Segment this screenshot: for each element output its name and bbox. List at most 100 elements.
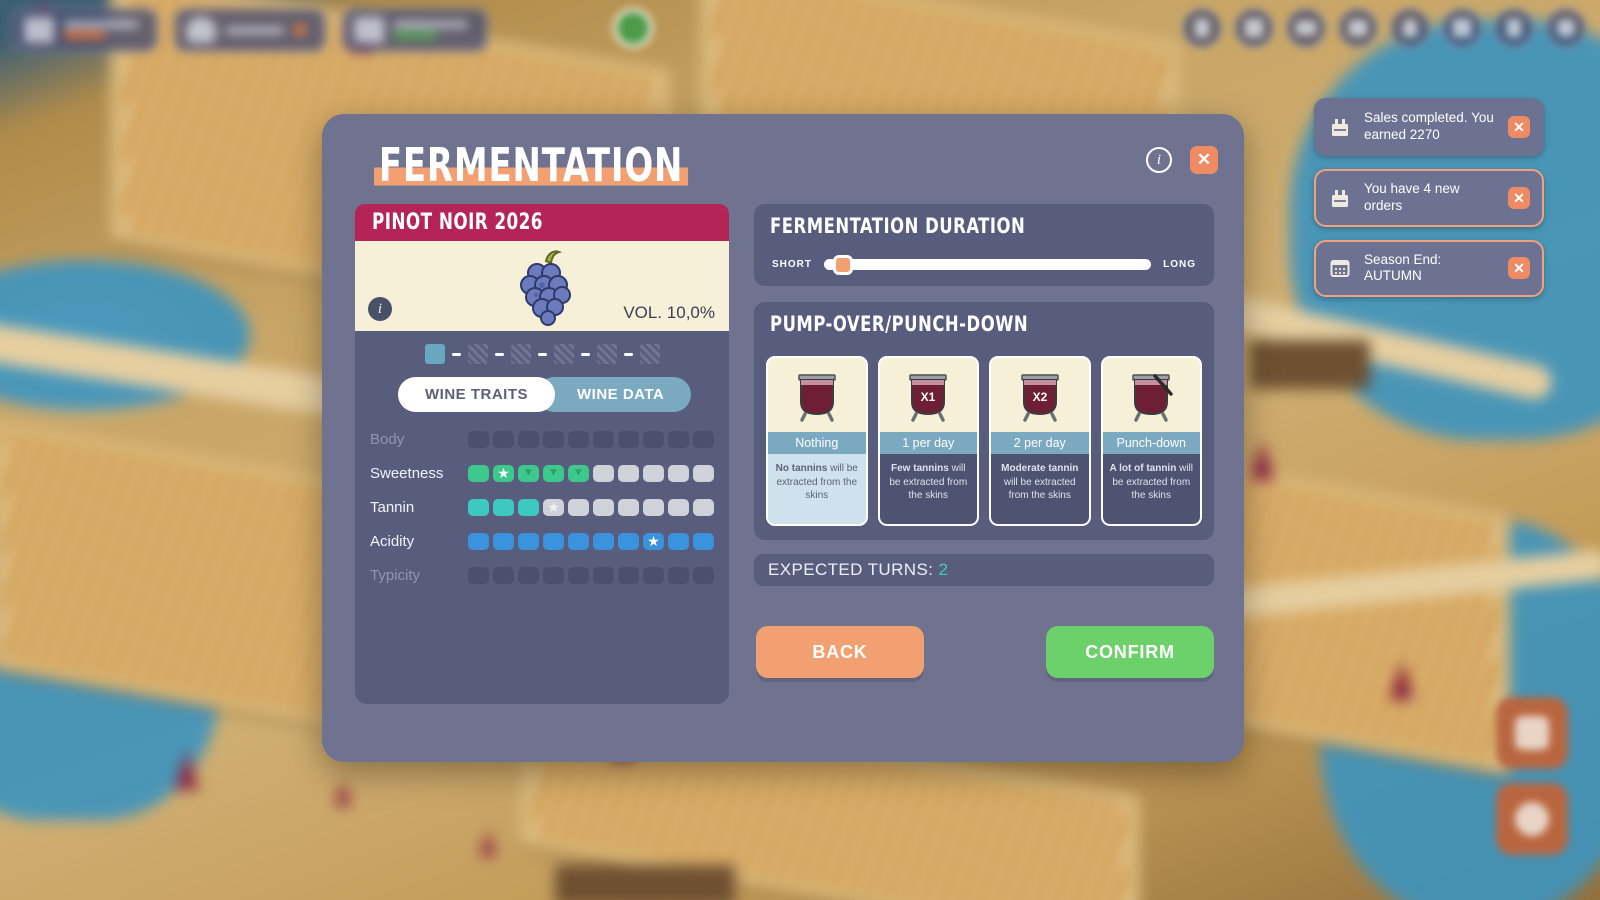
pump-option-image: X1 bbox=[879, 358, 977, 432]
pump-option-card[interactable]: Nothing No tannins will be extracted from… bbox=[766, 356, 868, 526]
quality-square bbox=[467, 344, 488, 364]
notification-message: You have 4 new orders bbox=[1364, 180, 1460, 213]
trait-pip bbox=[568, 566, 589, 584]
trait-row: Sweetness ★ ▼ ▼ ▼ bbox=[370, 456, 714, 490]
trait-pips: ★ bbox=[468, 498, 714, 516]
level-chip[interactable] bbox=[174, 8, 326, 52]
quality-square bbox=[424, 344, 445, 364]
pump-option-list: Nothing No tannins will be extracted from… bbox=[754, 346, 1214, 526]
close-icon[interactable]: ✕ bbox=[1508, 115, 1530, 138]
pump-header-label: PUMP-OVER/PUNCH-DOWN bbox=[770, 312, 1029, 336]
staff-button[interactable] bbox=[1496, 697, 1568, 769]
notification-item[interactable]: Season End: AUTUMN ✕ bbox=[1314, 239, 1544, 298]
trait-pip bbox=[543, 532, 564, 550]
duration-header-label: FERMENTATION DURATION bbox=[770, 214, 1026, 238]
duration-slider-knob[interactable] bbox=[832, 254, 853, 275]
trophy-icon bbox=[186, 17, 216, 43]
chevron-down-icon: ▼ bbox=[548, 466, 559, 479]
trait-pip bbox=[643, 498, 664, 516]
quality-squares bbox=[355, 344, 729, 364]
pump-option-title: 2 per day bbox=[991, 432, 1089, 454]
back-button[interactable]: BACK bbox=[756, 626, 924, 678]
barrel-icon[interactable] bbox=[1286, 8, 1326, 48]
close-icon[interactable]: ✕ bbox=[1508, 186, 1530, 209]
duration-slider[interactable] bbox=[824, 254, 1152, 275]
trait-pip bbox=[468, 566, 489, 584]
money-chip[interactable] bbox=[12, 8, 158, 52]
tab-wine-traits[interactable]: WINE TRAITS bbox=[398, 377, 555, 412]
close-icon[interactable]: ✕ bbox=[1508, 257, 1530, 280]
info-icon[interactable]: i bbox=[1146, 147, 1172, 173]
tab-wine-data[interactable]: WINE DATA bbox=[537, 377, 692, 412]
pump-option-title: Nothing bbox=[768, 432, 866, 454]
season-chip[interactable] bbox=[342, 8, 488, 52]
trait-pip bbox=[693, 464, 714, 482]
fermentation-modal: FERMENTATION i ✕ PINOT NOIR 2026 i VOL. … bbox=[322, 114, 1244, 762]
grape-icon bbox=[520, 250, 571, 326]
trait-pip bbox=[693, 430, 714, 448]
bottle-icon[interactable] bbox=[1390, 8, 1430, 48]
trait-pip bbox=[643, 566, 664, 584]
shop-icon[interactable] bbox=[1338, 8, 1378, 48]
hud-top-left bbox=[12, 8, 488, 52]
bottles-icon bbox=[1328, 115, 1352, 139]
pump-option-card[interactable]: Punch-down A lot of tannin will be extrac… bbox=[1100, 356, 1202, 526]
chart-icon[interactable] bbox=[1442, 8, 1482, 48]
trait-pip bbox=[593, 430, 614, 448]
gear-icon[interactable] bbox=[1546, 8, 1586, 48]
trait-pip bbox=[668, 566, 689, 584]
wine-image-box: i VOL. 10,0% bbox=[355, 241, 729, 331]
trait-pip bbox=[618, 498, 639, 516]
trait-row: Acidity ★ bbox=[370, 524, 714, 558]
duration-header: FERMENTATION DURATION bbox=[754, 204, 1214, 248]
book-icon[interactable] bbox=[1234, 8, 1274, 48]
bottle-alt-icon[interactable] bbox=[1494, 8, 1534, 48]
star-icon: ★ bbox=[547, 499, 560, 515]
pump-option-description-rest: will be extracted from the skins bbox=[1003, 476, 1076, 502]
trait-pip bbox=[593, 464, 614, 482]
person-icon[interactable] bbox=[1182, 8, 1222, 48]
wine-volume: VOL. 10,0% bbox=[623, 303, 715, 322]
settings-button[interactable] bbox=[1496, 783, 1568, 855]
quality-dash bbox=[537, 352, 547, 356]
expected-turns-value: 2 bbox=[938, 560, 949, 579]
trait-pip bbox=[468, 464, 489, 482]
pump-option-description: No tannins will be extracted from the sk… bbox=[768, 454, 866, 524]
confirm-button[interactable]: CONFIRM bbox=[1046, 626, 1214, 678]
pump-option-card[interactable]: X2 2 per day Moderate tannin will be extra… bbox=[989, 356, 1091, 526]
pump-option-description-strong: No tannins bbox=[775, 463, 828, 474]
pump-option-description: Moderate tannin will be extracted from t… bbox=[991, 454, 1089, 524]
status-badge[interactable] bbox=[613, 8, 653, 48]
trait-pip: ▼ bbox=[543, 464, 564, 482]
trait-pip: ★ bbox=[643, 532, 664, 550]
trait-pip bbox=[643, 464, 664, 482]
pump-option-image bbox=[768, 358, 866, 432]
pump-option-description: Few tannins will be extracted from the s… bbox=[879, 454, 977, 524]
chevron-down-icon: ▼ bbox=[523, 466, 534, 479]
svg-text:X2: X2 bbox=[1032, 390, 1047, 404]
quality-dash bbox=[451, 352, 461, 356]
trait-pip bbox=[518, 566, 539, 584]
wine-info-icon[interactable]: i bbox=[368, 297, 392, 321]
trait-label: Tannin bbox=[370, 498, 415, 516]
pump-option-image bbox=[1102, 358, 1200, 432]
pump-option-image: X2 bbox=[991, 358, 1089, 432]
trait-pip bbox=[468, 498, 489, 516]
trait-pip bbox=[493, 566, 514, 584]
pump-option-card[interactable]: X1 1 per day Few tannins will be extracted… bbox=[877, 356, 979, 526]
pump-option-title: 1 per day bbox=[879, 432, 977, 454]
season-chip-text bbox=[394, 21, 468, 39]
cash-icon bbox=[24, 17, 54, 43]
notification-item[interactable]: Sales completed. You earned 2270 ✕ bbox=[1314, 98, 1544, 156]
notification-item[interactable]: You have 4 new orders ✕ bbox=[1314, 168, 1544, 227]
close-icon[interactable]: ✕ bbox=[1190, 146, 1218, 174]
trait-pip bbox=[568, 498, 589, 516]
trait-pip bbox=[468, 430, 489, 448]
expected-turns-bar: EXPECTED TURNS: 2 bbox=[754, 554, 1214, 586]
star-icon: ★ bbox=[647, 533, 660, 549]
trait-pip: ★ bbox=[493, 464, 514, 482]
trait-pip: ▼ bbox=[568, 464, 589, 482]
trait-pip: ★ bbox=[543, 498, 564, 516]
trait-pip bbox=[618, 464, 639, 482]
notification-message: Sales completed. You earned 2270 bbox=[1364, 110, 1494, 142]
